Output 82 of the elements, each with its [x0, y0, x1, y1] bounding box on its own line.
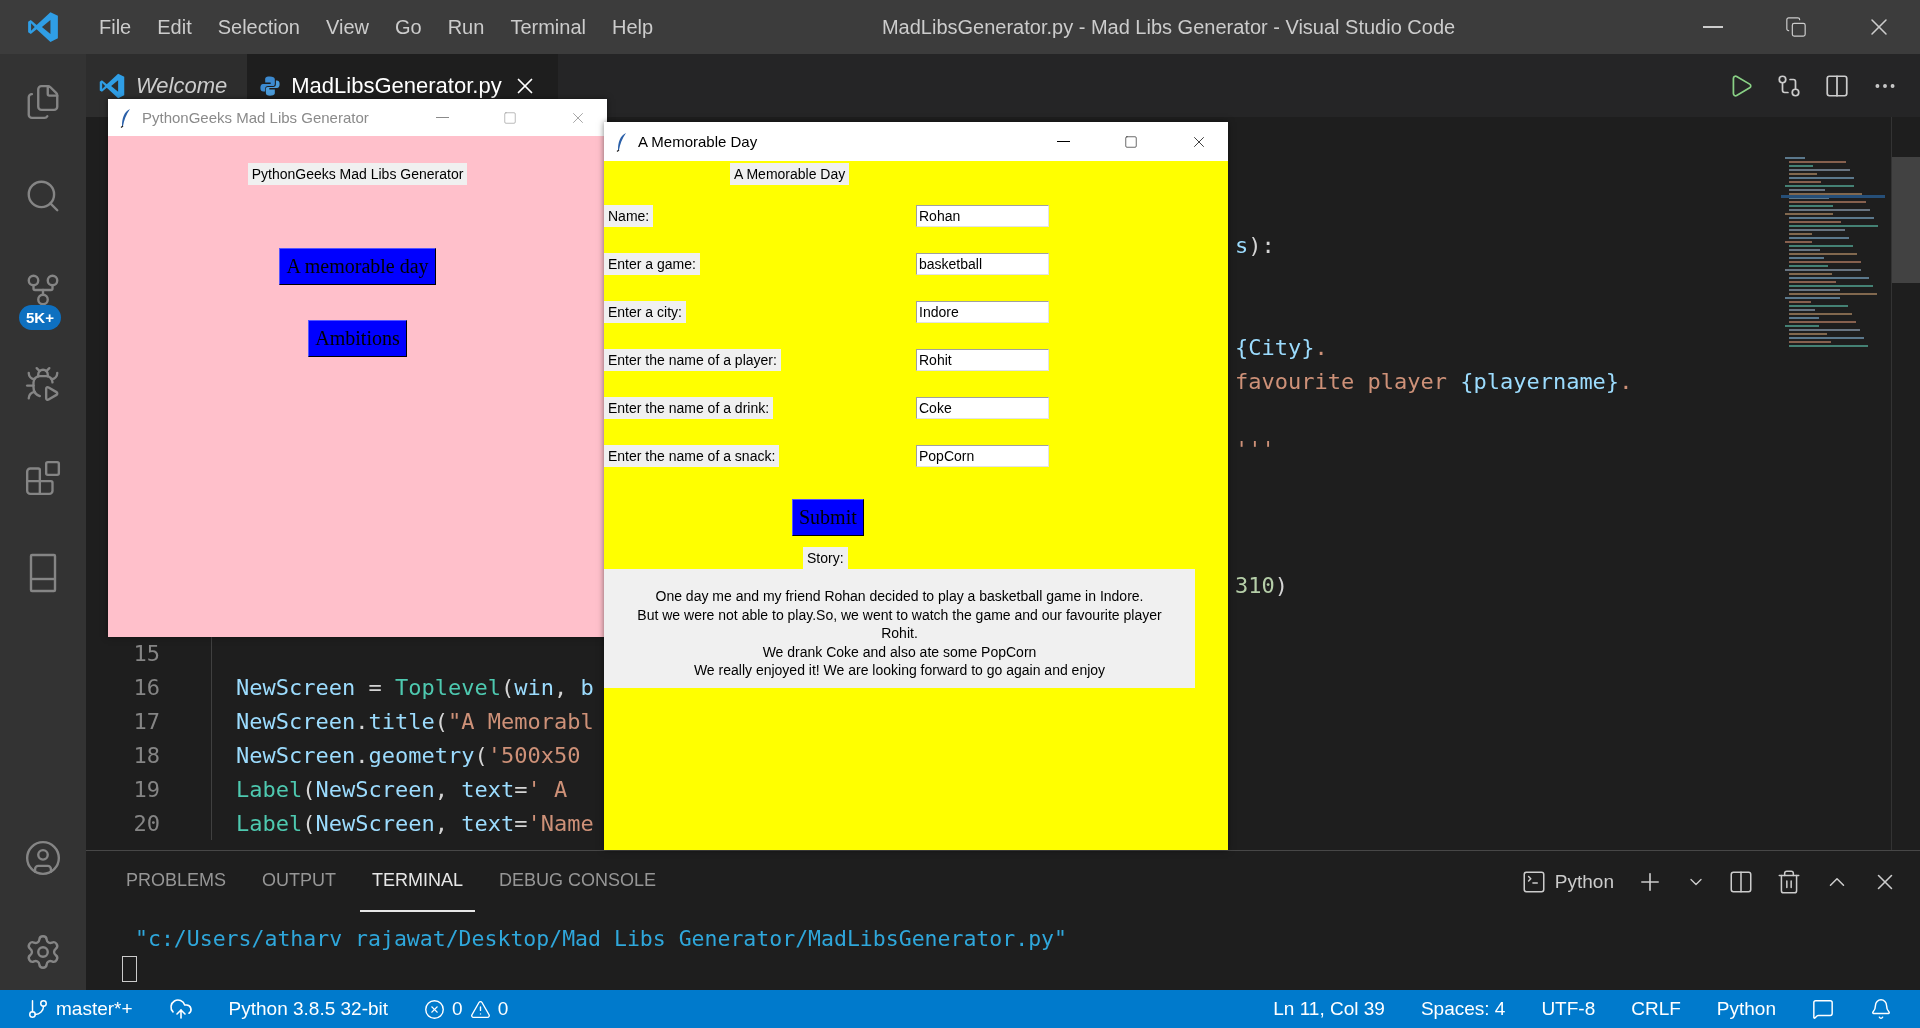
extensions-icon: [24, 459, 62, 497]
cloud-upload-icon[interactable]: [168, 997, 193, 1021]
menu-item[interactable]: Go: [382, 11, 435, 43]
code-line: NewScreen.title("A Memorabl: [236, 708, 594, 734]
split-editor-icon[interactable]: [1824, 72, 1850, 99]
line-number: 16: [132, 674, 161, 700]
bell-icon[interactable]: [1870, 998, 1892, 1020]
menu-item[interactable]: File: [86, 11, 145, 43]
terminal-cursor: [122, 956, 137, 982]
panel-tab[interactable]: TERMINAL: [360, 851, 476, 912]
field-label: Enter the name of a player:: [604, 349, 781, 371]
panel-tab[interactable]: PROBLEMS: [114, 851, 239, 912]
feather-icon: [120, 107, 132, 128]
restore-icon: [1784, 16, 1807, 38]
line-number: 18: [132, 742, 161, 768]
indentation-status[interactable]: Spaces: 4: [1420, 998, 1506, 1020]
scrollbar-thumb[interactable]: [1892, 157, 1920, 283]
input-field[interactable]: PopCorn: [916, 445, 1049, 467]
code-line: Label(NewScreen, text='Name: [236, 810, 594, 836]
source-control-button[interactable]: 5K+: [15, 266, 71, 330]
heading-label: A Memorable Day: [730, 163, 850, 185]
code-line: NewScreen = Toplevel(win, b: [236, 674, 594, 700]
split-terminal-icon[interactable]: [1728, 868, 1754, 895]
story-label: Story:: [803, 547, 848, 569]
python-file-icon: [259, 74, 282, 97]
field-label: Enter the name of a drink:: [604, 397, 774, 419]
trash-icon[interactable]: [1776, 868, 1802, 895]
warning-icon: [469, 998, 491, 1020]
menu-item[interactable]: View: [313, 11, 382, 43]
account-icon: [24, 839, 62, 877]
menu-item[interactable]: Help: [598, 11, 667, 43]
window-title: MadLibsGenerator.py - Mad Libs Generator - Visual Studio Code: [880, 15, 1457, 39]
cursor-position[interactable]: Ln 11, Col 39: [1273, 998, 1385, 1020]
branch-status[interactable]: master*+: [27, 998, 133, 1020]
field-label: Enter a game:: [604, 253, 700, 275]
feedback-icon[interactable]: [1812, 998, 1834, 1020]
language-status[interactable]: Python: [1716, 998, 1776, 1020]
field-label: Enter a city:: [604, 301, 686, 323]
input-field[interactable]: basketball: [916, 253, 1049, 275]
logo-icon: [98, 71, 126, 100]
code-line: 310): [1235, 572, 1288, 598]
panel-tab[interactable]: OUTPUT: [250, 851, 349, 912]
window-title: A Memorable Day: [638, 133, 759, 150]
branch-icon: [27, 998, 49, 1020]
input-field[interactable]: Rohit: [916, 349, 1049, 371]
encoding-status[interactable]: UTF-8: [1541, 998, 1596, 1020]
code-line: favourite player {playername}.: [1235, 368, 1633, 394]
code-line: {City}.: [1235, 334, 1328, 360]
input-field[interactable]: Coke: [916, 397, 1049, 419]
line-number: 19: [132, 776, 161, 802]
terminal-line: "c:/Users/atharv rajawat/Desktop/Mad Libs Generator/MadLibsGenerator.py": [134, 925, 1068, 953]
minimize-icon: [1056, 140, 1070, 143]
input-field[interactable]: Rohan: [916, 205, 1049, 227]
panel-tab[interactable]: DEBUG CONSOLE: [487, 851, 669, 912]
line-number: 17: [132, 708, 161, 734]
story-text: One day me and my friend Rohan decided to play a basketball game in Indore. But we were not able to play.So, we went to watch the game and our favourite player Rohit. We drank Coke and also ate some PopCorn We really enjoyed it! We are looking forward to go again and enjoy: [604, 569, 1195, 688]
error-icon: [424, 998, 446, 1020]
menu-item[interactable]: Run: [434, 11, 498, 43]
line-ending-status[interactable]: CRLF: [1631, 998, 1681, 1020]
code-line: NewScreen.geometry('500x50: [236, 742, 581, 768]
heading-label: PythonGeeks Mad Libs Generator: [247, 163, 468, 185]
code-line: s):: [1235, 232, 1275, 258]
code-line: Label(NewScreen, text=' A: [236, 776, 568, 802]
code-line: ''': [1235, 436, 1275, 462]
terminal-icon: [1520, 868, 1547, 895]
minimize-icon: [1702, 26, 1723, 28]
menu-item[interactable]: Terminal: [497, 11, 599, 43]
field-label: Name:: [604, 205, 654, 227]
terminal-selector[interactable]: Python: [1520, 868, 1614, 895]
feather-icon: [616, 131, 628, 152]
interpreter-status[interactable]: Python 3.8.5 32-bit: [228, 998, 389, 1020]
field-label: Enter the name of a snack:: [604, 445, 780, 467]
menu-item[interactable]: Selection: [204, 11, 313, 43]
compare-icon[interactable]: [1776, 72, 1802, 99]
input-field[interactable]: Indore: [916, 301, 1049, 323]
line-number: 15: [132, 640, 161, 666]
problems-status[interactable]: 0 0: [424, 998, 509, 1020]
menu-item[interactable]: Edit: [144, 11, 205, 43]
logo-icon: [26, 10, 60, 44]
minimize-icon: [435, 116, 449, 119]
count-badge: 5K+: [19, 305, 61, 330]
line-number: 20: [132, 810, 161, 836]
